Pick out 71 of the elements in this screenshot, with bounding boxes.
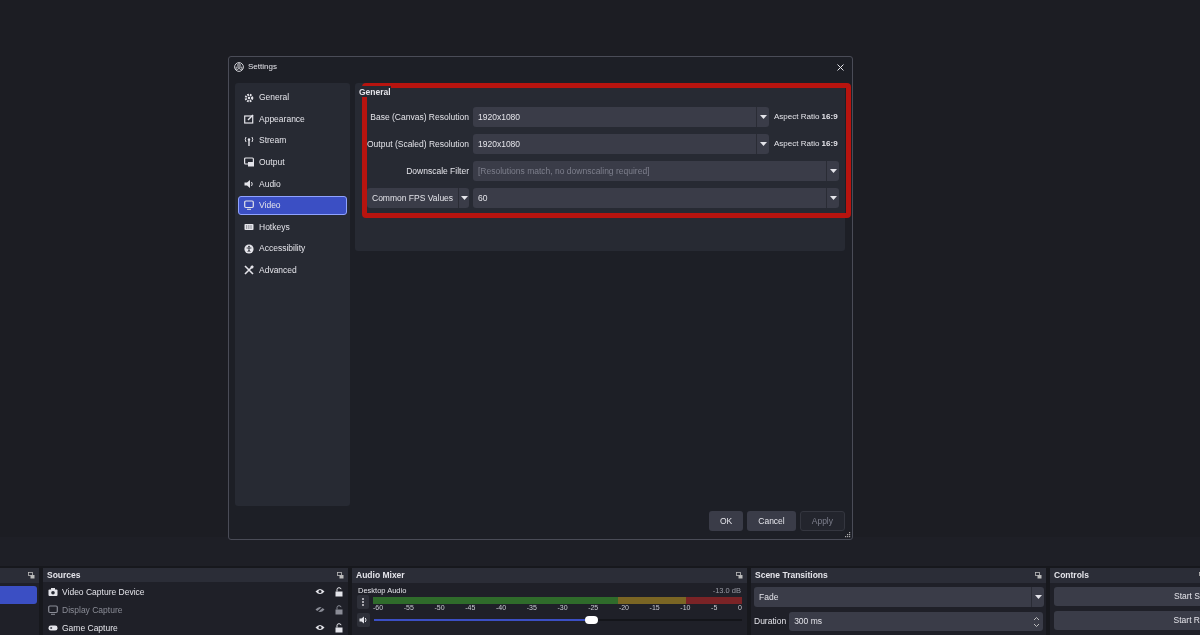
lock-icon [335,622,343,633]
field-label: Base (Canvas) Resolution [369,110,469,124]
close-button[interactable] [835,62,845,72]
aspect-ratio-text: Aspect Ratio 16:9 [774,138,838,150]
dropdown[interactable]: Fade [754,587,1044,607]
menu-button[interactable] [357,595,369,609]
undock-icon [337,571,344,579]
eye-icon [315,624,325,631]
sidebar-item[interactable]: Hotkeys [238,217,347,237]
section-title: General [359,86,391,97]
field-label: Downscale Filter [405,164,469,178]
dock-title: Audio Mixer [356,569,405,582]
undock-icon [28,572,35,579]
resize-grip-icon [845,532,851,538]
keyboard-icon [244,222,254,233]
gear-icon [244,92,254,103]
undock-icon [1035,572,1042,579]
source-item[interactable]: Video Capture Device [48,584,343,599]
tools-icon [244,265,254,276]
mute-button[interactable] [357,613,370,627]
dialog-button[interactable]: Cancel [747,511,796,531]
field-label: Output (Scaled) Resolution [367,137,469,151]
accessibility-icon [244,243,254,254]
control-button[interactable]: Start S [1054,587,1200,606]
dropdown[interactable]: 60 [473,188,839,208]
stepper-icon [1033,615,1040,628]
caret-icon [829,169,837,173]
eye-icon [315,588,325,595]
volume-slider[interactable] [374,615,742,625]
sidebar-item[interactable]: Video [238,195,347,215]
dialog-button[interactable]: OK [709,511,744,531]
aspect-ratio-text: Aspect Ratio 16:9 [774,111,838,123]
speaker-icon [359,616,368,624]
close-icon [836,63,844,71]
app-logo-icon [234,62,244,72]
monitor-icon [244,157,254,168]
window-pen-icon [244,114,254,125]
dropdown[interactable]: 1920x1080 [473,107,769,127]
lock-icon [335,604,343,615]
field-label: Duration [754,615,787,628]
caret-icon [759,142,767,146]
control-button[interactable]: Start R [1054,611,1200,630]
lock-icon [335,586,343,597]
dock-title: Sources [47,568,81,582]
sidebar-item[interactable]: Output [238,152,347,172]
sidebar-item[interactable]: Accessibility [238,239,347,259]
sidebar-item[interactable]: Advanced [238,260,347,280]
monitor-icon [244,200,254,211]
slider-thumb[interactable] [585,616,599,624]
caret-icon [829,196,837,200]
sidebar-item[interactable]: General [238,88,347,107]
speaker-icon [244,178,254,189]
caret-icon [460,196,468,200]
sidebar-item[interactable]: Appearance [238,109,347,129]
caret-icon [1034,595,1042,599]
caret-icon [759,115,767,119]
sidebar-item[interactable]: Stream [238,131,347,151]
dropdown[interactable]: Common FPS Values [367,188,469,208]
dock-title: Controls [1054,569,1089,582]
camera-icon [48,586,58,597]
antenna-icon [244,135,254,146]
undock-icon [736,572,743,579]
eye-off-icon [315,606,325,613]
source-item[interactable]: Display Capture [48,602,343,617]
sidebar-item[interactable]: Audio [238,174,347,194]
monitor-icon [48,604,58,615]
dropdown[interactable]: 1920x1080 [473,134,769,154]
dock-title: Scene Transitions [755,569,828,582]
window-title: Settings [248,61,278,73]
source-item[interactable]: Game Capture [48,620,343,635]
duration-spinbox[interactable]: 300 ms [789,612,1043,631]
